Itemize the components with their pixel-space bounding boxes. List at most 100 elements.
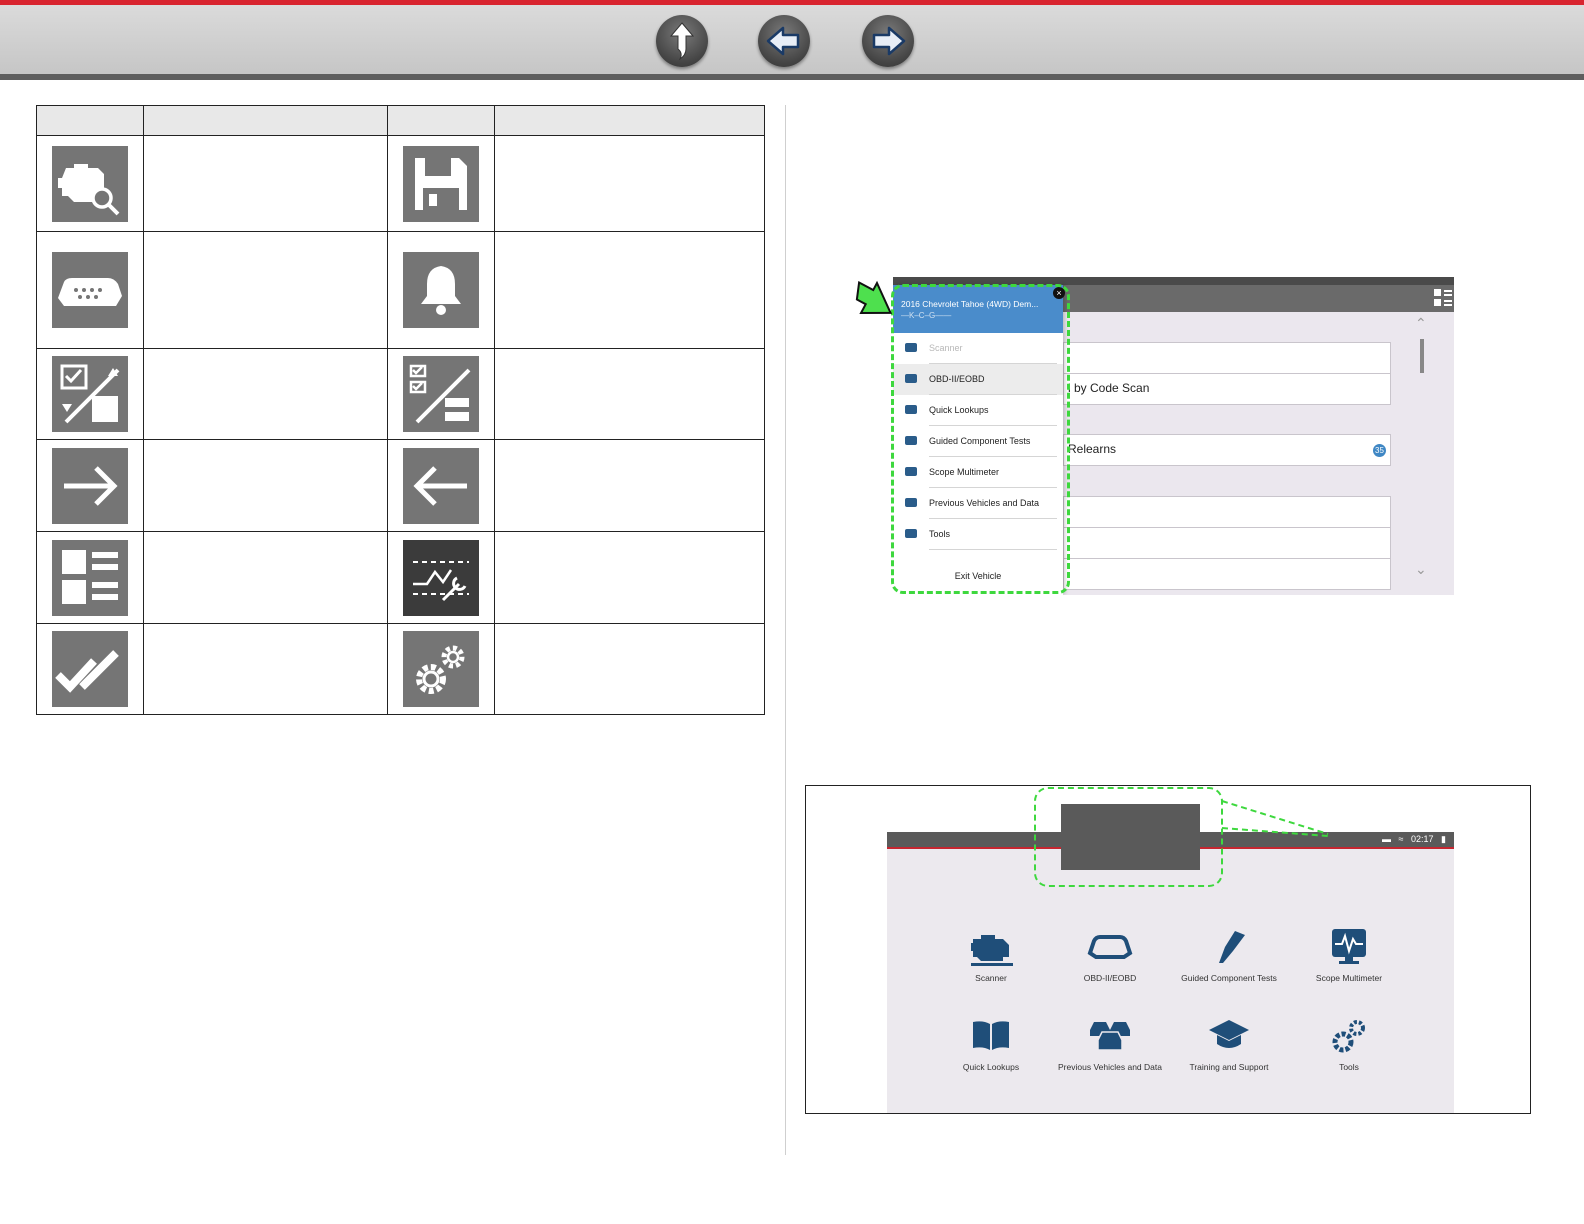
nav-bar-bottom-line bbox=[0, 74, 1584, 80]
right-arrow-icon bbox=[872, 26, 906, 56]
save-disk-icon bbox=[403, 145, 479, 222]
tile-quick-lookups[interactable]: Quick Lookups bbox=[932, 1016, 1050, 1072]
gears-icon bbox=[403, 631, 479, 707]
icon-cell bbox=[36, 439, 144, 532]
description-cell bbox=[494, 231, 765, 349]
double-check-icon bbox=[52, 631, 128, 707]
description-cell bbox=[494, 623, 765, 715]
engine-search-icon bbox=[52, 145, 128, 222]
tile-label: Previous Vehicles and Data bbox=[1058, 1062, 1162, 1072]
icon-cell bbox=[36, 348, 144, 440]
icon-cell bbox=[36, 135, 144, 232]
description-cell bbox=[143, 439, 388, 532]
tile-label: Scanner bbox=[975, 973, 1007, 983]
tile-label: Scope Multimeter bbox=[1315, 973, 1383, 983]
tile-guided-tests[interactable]: Guided Component Tests bbox=[1170, 927, 1288, 983]
icon-cell bbox=[387, 531, 495, 624]
grid-view-icon[interactable] bbox=[1434, 289, 1452, 307]
nav-back-button[interactable] bbox=[758, 15, 810, 67]
engine-icon bbox=[971, 935, 1013, 966]
tile-label: Quick Lookups bbox=[962, 1062, 1020, 1072]
multi-checklist-slash-icon bbox=[403, 356, 479, 432]
menu-field[interactable]: Relearns 35 bbox=[1063, 434, 1391, 466]
icon-cell bbox=[36, 231, 144, 349]
icon-cell bbox=[387, 231, 495, 349]
description-cell bbox=[494, 348, 765, 440]
minimize-icon: ▬ bbox=[1382, 834, 1392, 844]
tile-tools[interactable]: Tools bbox=[1290, 1016, 1408, 1072]
table-row bbox=[36, 231, 765, 349]
menu-field[interactable] bbox=[1063, 527, 1391, 559]
table-row bbox=[36, 531, 765, 624]
tile-label: Training and Support bbox=[1189, 1062, 1269, 1072]
tile-previous-vehicles[interactable]: Previous Vehicles and Data bbox=[1051, 1016, 1169, 1072]
count-badge: 35 bbox=[1373, 444, 1386, 457]
icon-cell bbox=[387, 135, 495, 232]
checklist-slash-icon bbox=[52, 356, 128, 432]
description-cell bbox=[143, 531, 388, 624]
menu-field[interactable] bbox=[1063, 496, 1391, 528]
icon-reference-table bbox=[36, 105, 765, 715]
bell-icon bbox=[403, 252, 479, 328]
description-cell bbox=[494, 135, 765, 232]
gears-icon bbox=[1332, 1020, 1365, 1053]
tile-scanner[interactable]: Scanner bbox=[932, 927, 1050, 983]
scroll-down-icon[interactable]: ⌄ bbox=[1415, 561, 1427, 578]
tile-obd[interactable]: OBD-II/EOBD bbox=[1051, 927, 1169, 983]
arrow-right-icon bbox=[52, 447, 128, 524]
highlight-outline bbox=[1034, 787, 1223, 887]
wifi-icon: ≈ bbox=[1398, 834, 1404, 844]
description-cell bbox=[143, 348, 388, 440]
header-cell bbox=[494, 105, 765, 136]
menu-field[interactable]: l by Code Scan bbox=[1063, 373, 1391, 405]
table-row bbox=[36, 439, 765, 532]
graduation-cap-icon bbox=[1209, 1020, 1249, 1048]
top-nav-bar bbox=[0, 0, 1584, 80]
nav-up-button[interactable] bbox=[656, 15, 708, 67]
list-view-icon bbox=[52, 539, 128, 616]
table-row bbox=[36, 348, 765, 440]
up-arrow-icon bbox=[669, 22, 695, 61]
description-cell bbox=[494, 531, 765, 624]
status-area: ▬ ≈ 02:17 ▮ bbox=[1382, 834, 1446, 845]
table-header-row bbox=[36, 105, 765, 136]
book-icon bbox=[973, 1021, 1009, 1050]
battery-icon: ▮ bbox=[1441, 834, 1446, 844]
icon-cell bbox=[387, 623, 495, 715]
top-accent-line bbox=[0, 0, 1584, 5]
tile-label: OBD-II/EOBD bbox=[1083, 973, 1137, 983]
column-divider bbox=[785, 105, 786, 1155]
table-row bbox=[36, 623, 765, 715]
graph-wrench-icon bbox=[403, 539, 479, 616]
description-cell bbox=[143, 135, 388, 232]
icon-cell bbox=[387, 348, 495, 440]
obd-connector-icon bbox=[52, 252, 128, 328]
menu-field[interactable] bbox=[1063, 558, 1391, 590]
arrow-left-icon bbox=[403, 447, 479, 524]
clock: 02:17 bbox=[1411, 834, 1434, 844]
table-row bbox=[36, 135, 765, 232]
header-cell bbox=[143, 105, 388, 136]
highlight-outline bbox=[891, 284, 1070, 594]
icon-cell bbox=[36, 623, 144, 715]
manual-page: ⌃ ⌄ l by Code Scan Relearns 35 2016 Chev… bbox=[0, 0, 1584, 1224]
scrollbar[interactable] bbox=[1420, 339, 1424, 373]
pointer-arrow-icon bbox=[855, 280, 893, 315]
left-arrow-icon bbox=[766, 26, 800, 56]
tile-training[interactable]: Training and Support bbox=[1170, 1016, 1288, 1072]
description-cell bbox=[143, 231, 388, 349]
tile-scope[interactable]: Scope Multimeter bbox=[1290, 927, 1408, 983]
field-label: Relearns bbox=[1068, 442, 1117, 456]
icon-cell bbox=[387, 439, 495, 532]
probe-icon bbox=[1219, 931, 1245, 963]
header-cell bbox=[36, 105, 144, 136]
icon-cell bbox=[36, 531, 144, 624]
description-cell bbox=[143, 623, 388, 715]
header-cell bbox=[387, 105, 495, 136]
menu-field[interactable] bbox=[1063, 342, 1391, 374]
description-cell bbox=[494, 439, 765, 532]
scroll-up-icon[interactable]: ⌃ bbox=[1415, 315, 1427, 332]
tile-label: Tools bbox=[1339, 1062, 1359, 1072]
nav-forward-button[interactable] bbox=[862, 15, 914, 67]
scope-monitor-icon bbox=[1332, 929, 1366, 964]
